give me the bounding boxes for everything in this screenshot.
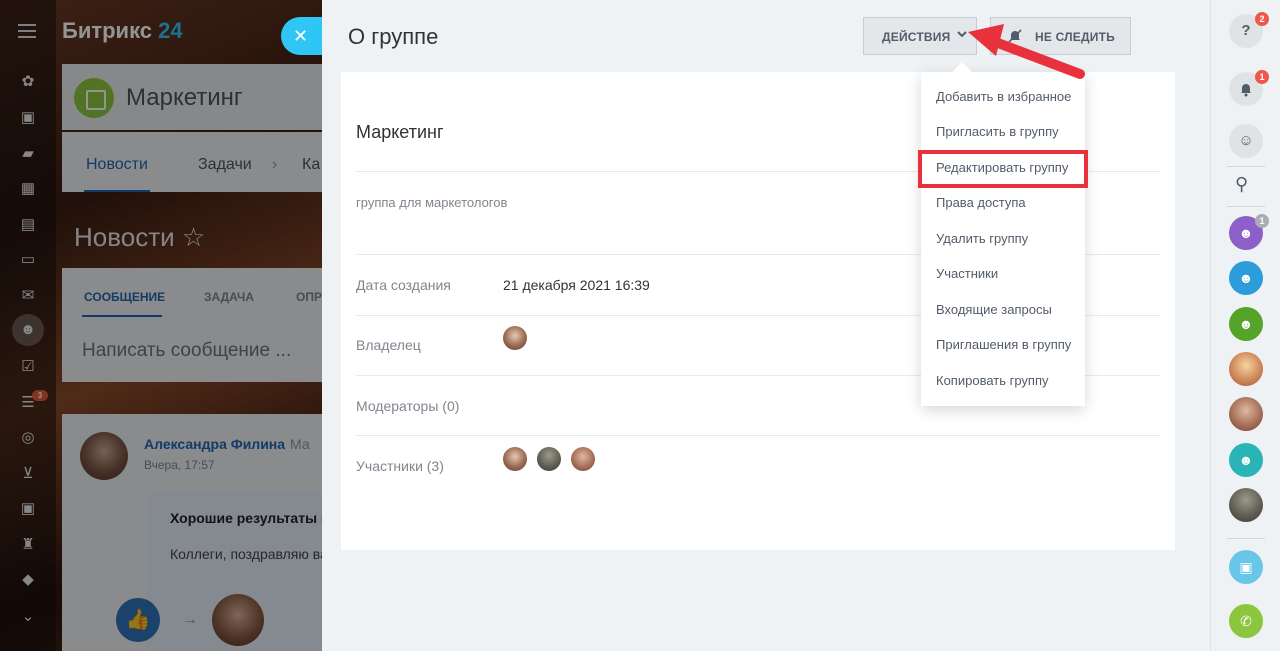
moderators-label: Модераторы (0) bbox=[356, 398, 460, 414]
annotation-arrow-icon bbox=[968, 24, 1085, 79]
divider bbox=[356, 435, 1160, 436]
member-avatar[interactable] bbox=[537, 447, 561, 471]
created-label: Дата создания bbox=[356, 277, 451, 293]
member-avatar[interactable] bbox=[503, 447, 527, 471]
panel-title: О группе bbox=[348, 24, 439, 49]
recent-chat-group[interactable]: ☻ bbox=[1229, 443, 1263, 477]
recent-chat-group[interactable]: ☻ bbox=[1229, 261, 1263, 295]
recent-chat-badge: 1 bbox=[1255, 214, 1269, 228]
recent-chat-avatar[interactable] bbox=[1229, 352, 1263, 386]
member-avatar[interactable] bbox=[571, 447, 595, 471]
divider bbox=[1227, 166, 1265, 167]
actions-button-label: ДЕЙСТВИЯ bbox=[882, 30, 951, 44]
recent-chat-avatar[interactable] bbox=[1229, 397, 1263, 431]
open-channels-button[interactable]: ▣ bbox=[1229, 550, 1263, 584]
group-title: Маркетинг bbox=[356, 122, 444, 142]
owner-label: Владелец bbox=[356, 337, 421, 353]
menu-item-delete-group[interactable]: Удалить группу bbox=[936, 231, 1028, 246]
owner-avatar[interactable] bbox=[503, 326, 527, 350]
overlay-dim[interactable] bbox=[0, 0, 322, 651]
menu-item-invite[interactable]: Пригласить в группу bbox=[936, 124, 1059, 139]
menu-item-copy-group[interactable]: Копировать группу bbox=[936, 373, 1049, 388]
menu-item-access-rights[interactable]: Права доступа bbox=[936, 195, 1026, 210]
divider bbox=[1227, 538, 1265, 539]
recent-chat-avatar[interactable] bbox=[1229, 488, 1263, 522]
menu-item-incoming-requests[interactable]: Входящие запросы bbox=[936, 302, 1052, 317]
menu-item-invitations[interactable]: Приглашения в группу bbox=[936, 337, 1071, 352]
recent-chat-group[interactable]: ☻ bbox=[1229, 307, 1263, 341]
help-badge: 2 bbox=[1255, 12, 1269, 26]
menu-item-members[interactable]: Участники bbox=[936, 266, 998, 281]
search-icon[interactable]: ⚲ bbox=[1235, 174, 1248, 195]
messenger-button[interactable]: ☺ bbox=[1229, 124, 1263, 158]
group-description: группа для маркетологов bbox=[356, 195, 508, 210]
created-value: 21 декабря 2021 16:39 bbox=[503, 277, 650, 293]
actions-menu: Добавить в избранное Пригласить в группу… bbox=[921, 72, 1085, 406]
divider bbox=[1227, 206, 1265, 207]
notifications-badge: 1 bbox=[1255, 70, 1269, 84]
members-label[interactable]: Участники (3) bbox=[356, 458, 444, 474]
right-bar: ? 2 1 ☺ ⚲ ☻ 1 ☻ ☻ ☻ ▣ ✆ bbox=[1210, 0, 1280, 651]
menu-item-add-favorite[interactable]: Добавить в избранное bbox=[936, 89, 1071, 104]
background-app: ✿ ▣ ▰ ▦ ▤ ▭ ✉ ☻ ☑ ☰ 3 ◎ ⊻ ▣ ♜ ◆ ⌄ Битрик… bbox=[0, 0, 322, 651]
phone-icon[interactable]: ✆ bbox=[1229, 604, 1263, 638]
menu-item-highlight-frame bbox=[918, 150, 1088, 188]
bell-icon bbox=[1241, 84, 1251, 97]
close-slider-button[interactable]: ✕ bbox=[281, 17, 323, 55]
